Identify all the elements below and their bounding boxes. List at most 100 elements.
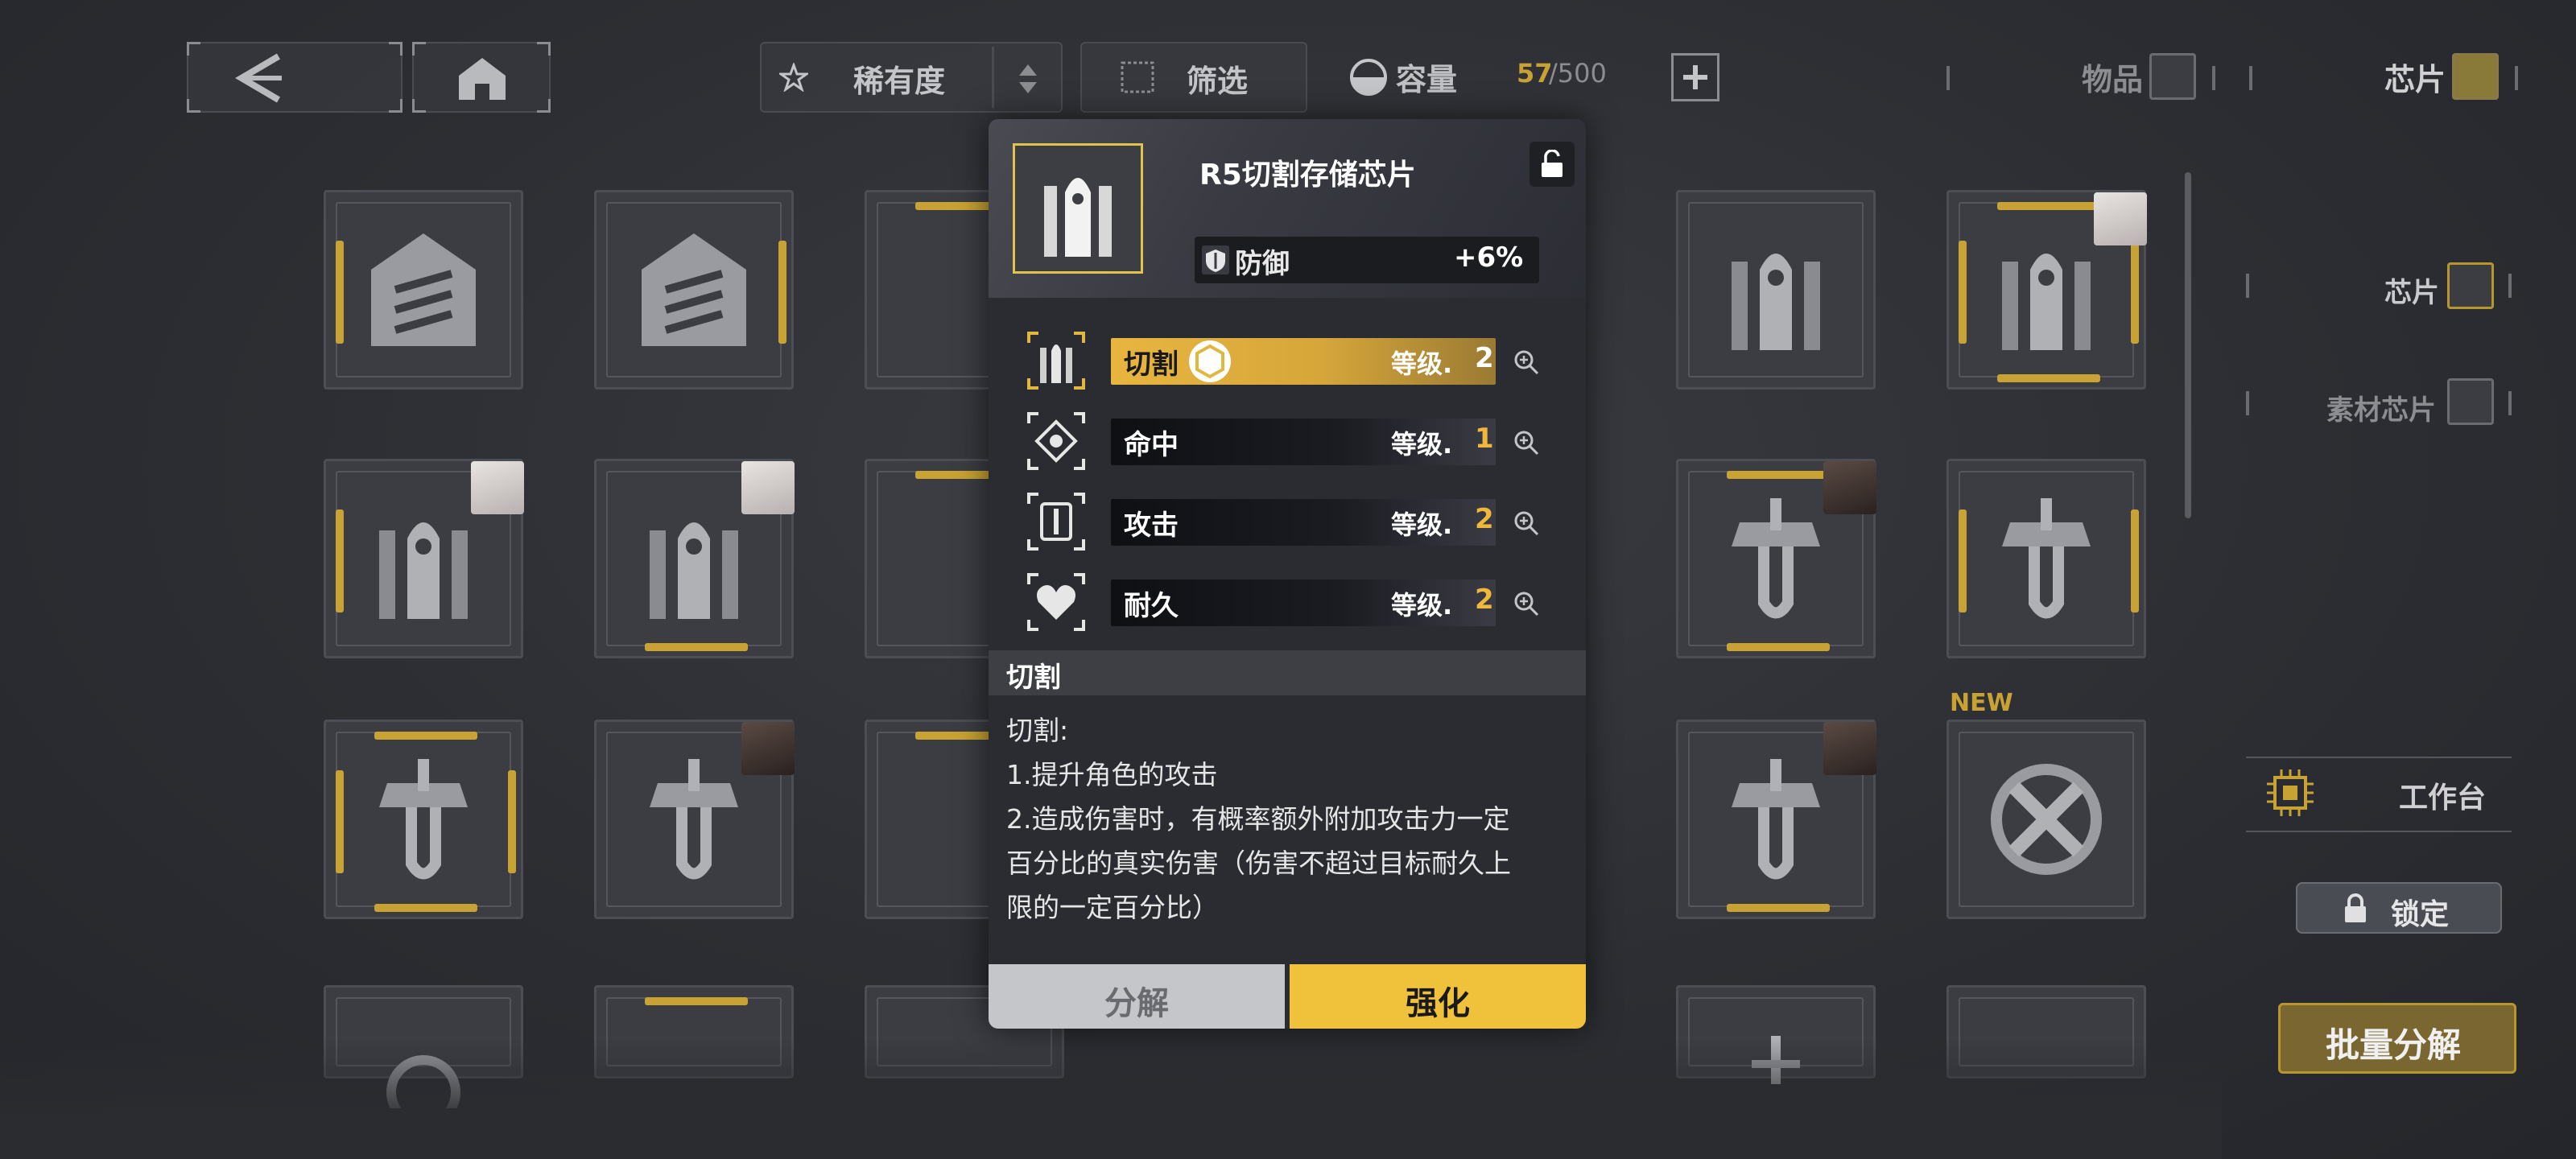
divider	[2249, 66, 2252, 90]
skill-level-label: 等级.	[1391, 509, 1453, 540]
chip-item[interactable]	[1946, 720, 2146, 919]
chip-item[interactable]	[1676, 190, 1876, 390]
lock-button[interactable]: 锁定	[2296, 882, 2502, 934]
sort-rarity-button[interactable]: 稀有度	[760, 42, 1063, 113]
chip-item[interactable]	[1946, 190, 2147, 390]
divider	[2212, 66, 2215, 90]
chip-shield-icon	[642, 233, 746, 346]
capacity-current: 57	[1517, 58, 1553, 89]
filter-label: 筛选	[1187, 64, 1249, 99]
description-line: 2.造成伤害时，有概率额外附加攻击力一定	[1006, 803, 1510, 835]
chip-item[interactable]	[324, 190, 523, 390]
character-avatar	[741, 722, 795, 775]
chip-thumbnail	[1013, 143, 1143, 274]
stat-value: +6%	[1454, 241, 1524, 274]
chip-item[interactable]	[324, 459, 524, 658]
skill-name: 切割	[1124, 349, 1179, 381]
hexagon-badge-icon	[1189, 340, 1231, 382]
skill-row[interactable]: 命中 等级. 1	[989, 409, 1586, 473]
chip-item[interactable]	[594, 459, 795, 658]
chip-blade-icon	[1732, 254, 1820, 350]
chip-item[interactable]	[1946, 459, 2146, 658]
sidebar-material-chips-label[interactable]: 素材芯片	[2326, 388, 2436, 427]
unlock-button[interactable]	[1530, 142, 1575, 187]
description-line: 1.提升角色的攻击	[1006, 759, 1218, 790]
chip-category-icon[interactable]	[2447, 262, 2494, 309]
chip-sword-icon	[379, 759, 468, 880]
chip-item[interactable]	[1676, 720, 1876, 919]
chip-sword-icon	[650, 759, 738, 880]
defense-icon	[1202, 245, 1229, 274]
filter-grid-icon	[1121, 61, 1154, 93]
chip-title: R5切割存储芯片	[1199, 159, 1416, 192]
divider	[2508, 274, 2512, 298]
skill-row[interactable]: 耐久 等级. 2	[989, 570, 1586, 634]
skill-level-value: 2	[1475, 342, 1494, 374]
back-button[interactable]	[187, 42, 402, 113]
chip-item[interactable]	[1676, 459, 1876, 658]
chip-detail-popup: R5切割存储芯片 防御 +6% 切割 等级. 2 命中 等级. 1 攻击 等级.…	[989, 119, 1586, 1029]
zoom-icon[interactable]	[1513, 430, 1539, 456]
expand-capacity-button[interactable]	[1671, 53, 1719, 101]
enhance-label: 强化	[1406, 985, 1470, 1022]
enhance-button[interactable]: 强化	[1290, 964, 1586, 1029]
description-line: 百分比的真实伤害（伤害不超过目标耐久上	[1006, 848, 1511, 879]
capacity-label: 容量	[1396, 62, 1458, 97]
character-avatar	[471, 461, 524, 514]
zoom-icon[interactable]	[1513, 510, 1539, 536]
description-body: 切割: 1.提升角色的攻击 2.造成伤害时，有概率额外附加攻击力一定 百分比的真…	[1006, 708, 1575, 930]
skill-row[interactable]: 攻击 等级. 2	[989, 489, 1586, 554]
skill-name: 耐久	[1124, 590, 1179, 622]
chips-tab-icon[interactable]	[2452, 53, 2499, 100]
scrollbar[interactable]	[2185, 172, 2191, 518]
description-line: 切割:	[1006, 715, 1069, 746]
chip-item[interactable]	[594, 190, 794, 390]
lock-icon	[2345, 893, 2366, 922]
chip-sword-icon	[2002, 498, 2091, 619]
tools-icon	[1991, 764, 2102, 875]
sort-order-icon[interactable]	[1018, 63, 1038, 95]
skill-name: 命中	[1124, 429, 1179, 461]
character-avatar	[2094, 192, 2147, 245]
batch-decompose-button[interactable]: 批量分解	[2278, 1003, 2516, 1074]
divider	[1946, 66, 1950, 90]
divider	[2246, 274, 2249, 298]
character-avatar	[1823, 461, 1876, 514]
lock-label: 锁定	[2391, 898, 2450, 931]
accuracy-skill-icon	[1027, 412, 1085, 470]
chip-blade-icon	[379, 522, 468, 619]
home-button[interactable]	[412, 42, 551, 113]
description-line: 限的一定百分比）	[1006, 892, 1219, 923]
bottom-fade	[0, 1038, 2222, 1159]
plus-icon	[1683, 65, 1707, 89]
description-title: 切割	[1006, 662, 1061, 694]
new-tag: NEW	[1950, 689, 2013, 717]
divider	[2515, 66, 2518, 90]
cpu-icon	[2267, 769, 2314, 816]
durability-skill-icon	[1027, 573, 1085, 631]
divider	[2508, 391, 2512, 415]
tab-chips[interactable]: 芯片	[2384, 55, 2446, 99]
material-chip-icon[interactable]	[2447, 378, 2494, 425]
skill-row[interactable]: 切割 等级. 2	[989, 328, 1586, 393]
zoom-icon[interactable]	[1513, 591, 1539, 617]
chip-item[interactable]	[594, 720, 795, 919]
chip-blade-icon	[2002, 254, 2091, 350]
skill-level-value: 2	[1475, 503, 1494, 535]
attack-skill-icon	[1027, 493, 1085, 551]
sidebar-chips-label[interactable]: 芯片	[2384, 270, 2439, 310]
sort-label: 稀有度	[853, 64, 946, 99]
filter-button[interactable]: 筛选	[1080, 42, 1307, 113]
star-icon	[779, 63, 808, 92]
items-tab-icon[interactable]	[2149, 53, 2196, 100]
skill-level-value: 1	[1475, 423, 1494, 455]
skill-level-label: 等级.	[1391, 590, 1453, 621]
stat-label: 防御	[1235, 248, 1290, 280]
decompose-button[interactable]: 分解	[989, 964, 1285, 1029]
chip-item[interactable]	[324, 720, 523, 919]
skill-level-value: 2	[1475, 584, 1494, 616]
capacity-max: /500	[1549, 58, 1607, 89]
tab-items[interactable]: 物品	[2082, 55, 2143, 99]
chip-sword-icon	[1732, 759, 1820, 880]
zoom-icon[interactable]	[1513, 349, 1539, 375]
